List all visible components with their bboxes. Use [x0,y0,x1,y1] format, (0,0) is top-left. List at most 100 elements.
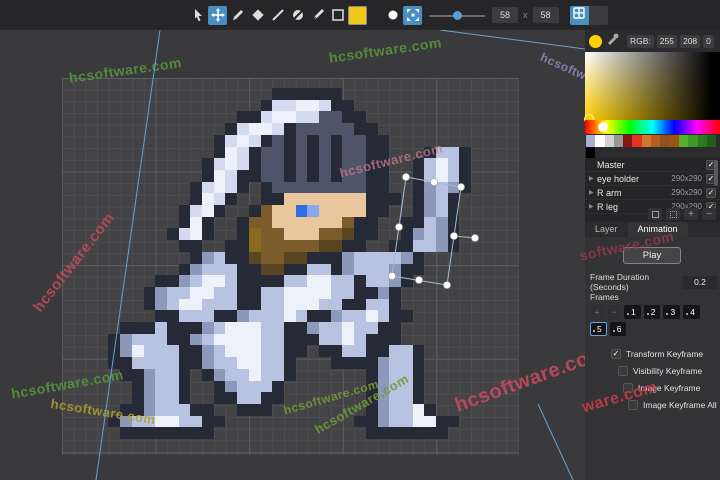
grid-icon [573,6,585,24]
frame-button-5[interactable]: 5 [590,322,607,336]
keyframe-label: Visibility Keyframe [633,366,702,376]
keyframe-option-row[interactable]: Image Keyframe [585,379,720,396]
knight-sprite[interactable] [85,88,483,439]
pencil-tool[interactable] [228,6,247,25]
keyframe-option-row[interactable]: Image Keyframe All [585,396,720,413]
palette-swatch[interactable] [698,135,707,147]
duplicate-icon [652,211,659,218]
grid-toggle[interactable] [570,6,608,25]
add-frame-button[interactable]: + [590,305,604,319]
layers-scrollbar[interactable] [714,160,718,186]
palette-swatch[interactable] [605,135,614,147]
palette-swatch[interactable] [660,135,669,147]
frame-number: 1 [631,307,636,317]
layer-expand-caret[interactable]: ▶ [589,189,597,196]
frame-button-2[interactable]: 2 [644,305,661,319]
add-layer-button[interactable]: + [684,208,698,220]
keyframe-checkbox[interactable] [623,383,633,393]
size-height-field[interactable]: 58 [533,7,559,23]
palette-swatch[interactable] [679,135,688,147]
keyframe-label: Transform Keyframe [626,349,703,359]
ellipse-slash-icon [291,8,305,22]
duplicate-layer-button[interactable] [648,208,662,220]
rgb-b-value[interactable]: 0 [703,35,714,48]
brush-size-slider[interactable] [429,6,485,25]
remove-frame-button[interactable]: − [607,305,621,319]
grid-on-button[interactable] [570,6,589,25]
frame-number: 5 [597,324,602,334]
palette-swatch[interactable] [614,135,623,147]
color-swatch[interactable] [348,6,367,25]
frame-button-1[interactable]: 1 [624,305,641,319]
frame-duration-field[interactable]: 0.2 [683,276,717,289]
palette-swatch[interactable] [595,135,604,147]
scale-tool[interactable] [403,6,422,25]
rectangle-tool[interactable] [328,6,347,25]
select-layer-button[interactable] [666,208,680,220]
scale-icon [406,8,420,22]
palette-swatch[interactable] [623,135,632,147]
frame-button-6[interactable]: 6 [610,322,627,336]
keyframe-dot [666,313,668,315]
frame-number: 6 [617,324,622,334]
frame-button-4[interactable]: 4 [683,305,700,319]
saturation-value-picker[interactable] [585,52,720,120]
hue-slider[interactable] [585,120,720,134]
layer-row[interactable]: Master✓ [585,158,720,172]
layer-row[interactable]: ▶eye holder290x290✓ [585,172,720,186]
layer-expand-caret[interactable]: ▶ [589,203,597,210]
watermark-text: hcsoftware.com [328,34,443,66]
frames-label: Frames [590,292,619,302]
panel-tabs: Layer Animation [585,222,720,237]
hue-indicator[interactable] [598,122,608,132]
palette-swatch[interactable] [586,135,595,147]
cursor-tool[interactable] [188,6,207,25]
toolbar: 58 x 58 [0,0,720,30]
move-icon [211,8,225,22]
palette-swatch[interactable] [642,135,651,147]
keyframe-option-row[interactable]: Visibility Keyframe [585,362,720,379]
keyframe-checkbox[interactable] [628,400,638,410]
layer-name: R arm [597,188,671,198]
palette-swatch[interactable] [651,135,660,147]
layer-row[interactable]: ▶R arm290x290✓ [585,186,720,200]
move-tool[interactable] [208,6,227,25]
eyedropper-icon[interactable] [606,32,619,50]
rgb-g-value[interactable]: 208 [680,35,700,48]
keyframe-option-row[interactable]: ✓ Transform Keyframe [585,345,720,362]
slider-knob[interactable] [453,11,462,20]
frame-duration-row: Frame Duration (Seconds) 0.2 [590,272,717,292]
rgb-r-value[interactable]: 255 [657,35,677,48]
layer-name: Master [597,160,702,170]
layer-size: 290x290 [671,174,702,183]
eraser-tool[interactable] [248,6,267,25]
palette-row [586,135,720,147]
round-brush-tool[interactable] [383,6,402,25]
tab-layer[interactable]: Layer [585,222,628,237]
grid-off-button[interactable] [589,6,608,25]
ellipse-tool[interactable] [288,6,307,25]
layer-buttons: + − [648,208,716,220]
layer-expand-caret[interactable]: ▶ [589,175,597,182]
circle-icon [386,8,400,22]
layer-name: eye holder [597,174,671,184]
palette-swatch[interactable] [670,135,679,147]
layer-visibility-checkbox[interactable]: ✓ [706,188,716,198]
play-button[interactable]: Play [623,247,681,264]
palette-swatch[interactable] [707,135,716,147]
remove-layer-button[interactable]: − [702,208,716,220]
palette-swatch[interactable] [688,135,697,147]
pen-tool[interactable] [308,6,327,25]
frame-button-3[interactable]: 3 [663,305,680,319]
keyframe-checkbox[interactable]: ✓ [611,349,621,359]
size-width-field[interactable]: 58 [492,7,518,23]
line-tool[interactable] [268,6,287,25]
frame-number: 3 [670,307,675,317]
tab-animation[interactable]: Animation [628,222,688,237]
current-color-swatch[interactable] [589,35,602,48]
keyframe-dot [647,313,649,315]
line-icon [271,8,285,22]
keyframe-checkbox[interactable] [618,366,628,376]
palette-swatch[interactable] [632,135,641,147]
eraser-icon [251,8,265,22]
